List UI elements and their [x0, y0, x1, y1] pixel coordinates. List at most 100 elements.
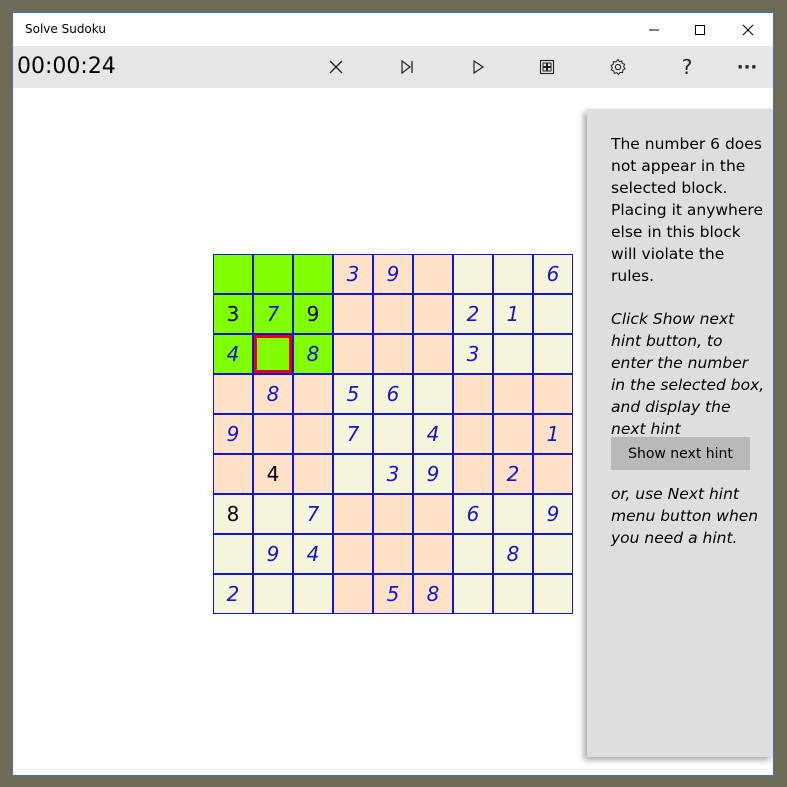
sudoku-cell-r2c2[interactable]: 7 — [254, 295, 292, 333]
sudoku-cell-r5c8[interactable] — [494, 415, 532, 453]
sudoku-cell-r5c4[interactable]: 7 — [334, 415, 372, 453]
sudoku-cell-r8c3[interactable]: 4 — [294, 535, 332, 573]
sudoku-cell-r7c4[interactable] — [334, 495, 372, 533]
next-hint-button[interactable] — [389, 51, 425, 83]
sudoku-cell-r5c7[interactable] — [454, 415, 492, 453]
sudoku-cell-r7c6[interactable] — [414, 495, 452, 533]
sudoku-cell-r1c2[interactable] — [254, 255, 292, 293]
sudoku-cell-r9c2[interactable] — [254, 575, 292, 613]
sudoku-cell-r3c8[interactable] — [494, 335, 532, 373]
sudoku-cell-r9c9[interactable] — [534, 575, 572, 613]
sudoku-cell-r6c6[interactable]: 9 — [414, 455, 452, 493]
sudoku-cell-r7c3[interactable]: 7 — [294, 495, 332, 533]
sudoku-cell-r2c6[interactable] — [414, 295, 452, 333]
sudoku-cell-r7c1[interactable]: 8 — [214, 495, 252, 533]
sudoku-cell-r4c1[interactable] — [214, 375, 252, 413]
sudoku-cell-r4c9[interactable] — [534, 375, 572, 413]
sudoku-cell-r5c3[interactable] — [294, 415, 332, 453]
sudoku-cell-r5c2[interactable] — [254, 415, 292, 453]
sudoku-cell-r9c4[interactable] — [334, 575, 372, 613]
sudoku-cell-r6c3[interactable] — [294, 455, 332, 493]
sudoku-cell-r2c9[interactable] — [534, 295, 572, 333]
grid-button[interactable] — [529, 51, 565, 83]
hint-message: The number 6 does not appear in the sele… — [611, 135, 763, 285]
sudoku-cell-r6c5[interactable]: 3 — [374, 455, 412, 493]
sudoku-cell-r5c9[interactable]: 1 — [534, 415, 572, 453]
sudoku-cell-r3c3[interactable]: 8 — [294, 335, 332, 373]
sudoku-cell-r4c6[interactable] — [414, 375, 452, 413]
help-button[interactable]: ? — [669, 51, 705, 83]
hint-footer: or, use Next hint menu button when you n… — [611, 485, 759, 547]
sudoku-cell-r4c5[interactable]: 6 — [374, 375, 412, 413]
sudoku-cell-r2c8[interactable]: 1 — [494, 295, 532, 333]
sudoku-cell-r1c1[interactable] — [214, 255, 252, 293]
sudoku-cell-r9c7[interactable] — [454, 575, 492, 613]
sudoku-cell-r3c7[interactable]: 3 — [454, 335, 492, 373]
sudoku-cell-r7c7[interactable]: 6 — [454, 495, 492, 533]
hint-instructions: Click Show next hint button, to enter th… — [611, 310, 765, 438]
sudoku-cell-r6c9[interactable] — [534, 455, 572, 493]
sudoku-cell-r3c5[interactable] — [374, 335, 412, 373]
sudoku-cell-r6c7[interactable] — [454, 455, 492, 493]
more-button[interactable]: ··· — [729, 51, 765, 83]
sudoku-cell-r4c3[interactable] — [294, 375, 332, 413]
clear-button[interactable] — [318, 51, 354, 83]
sudoku-cell-r4c8[interactable] — [494, 375, 532, 413]
title-bar[interactable]: Solve Sudoku — [13, 13, 773, 46]
sudoku-cell-r2c3[interactable]: 9 — [294, 295, 332, 333]
sudoku-cell-r5c1[interactable]: 9 — [214, 415, 252, 453]
settings-button[interactable] — [600, 51, 636, 83]
sudoku-cell-r2c4[interactable] — [334, 295, 372, 333]
sudoku-cell-r1c3[interactable] — [294, 255, 332, 293]
sudoku-cell-r4c7[interactable] — [454, 375, 492, 413]
sudoku-cell-r2c1[interactable]: 3 — [214, 295, 252, 333]
sudoku-cell-r8c5[interactable] — [374, 535, 412, 573]
sudoku-cell-r9c1[interactable]: 2 — [214, 575, 252, 613]
sudoku-cell-r1c6[interactable] — [414, 255, 452, 293]
sudoku-cell-r5c5[interactable] — [374, 415, 412, 453]
sudoku-cell-r3c9[interactable] — [534, 335, 572, 373]
sudoku-cell-r1c5[interactable]: 9 — [374, 255, 412, 293]
grid-icon — [539, 59, 555, 75]
toolbar: 00:00:24 ? ··· — [13, 46, 773, 88]
sudoku-cell-r3c2[interactable] — [254, 335, 292, 373]
sudoku-cell-r7c8[interactable] — [494, 495, 532, 533]
sudoku-cell-r9c5[interactable]: 5 — [374, 575, 412, 613]
sudoku-cell-r3c4[interactable] — [334, 335, 372, 373]
sudoku-cell-r1c4[interactable]: 3 — [334, 255, 372, 293]
sudoku-cell-r8c6[interactable] — [414, 535, 452, 573]
play-icon — [473, 59, 485, 75]
sudoku-cell-r6c8[interactable]: 2 — [494, 455, 532, 493]
sudoku-cell-r4c2[interactable]: 8 — [254, 375, 292, 413]
maximize-button[interactable] — [677, 13, 723, 46]
sudoku-cell-r4c4[interactable]: 5 — [334, 375, 372, 413]
question-icon: ? — [681, 55, 693, 79]
sudoku-cell-r1c7[interactable] — [454, 255, 492, 293]
sudoku-cell-r9c3[interactable] — [294, 575, 332, 613]
sudoku-cell-r1c8[interactable] — [494, 255, 532, 293]
show-next-hint-button[interactable]: Show next hint — [611, 437, 750, 470]
sudoku-cell-r7c9[interactable]: 9 — [534, 495, 572, 533]
sudoku-cell-r8c2[interactable]: 9 — [254, 535, 292, 573]
sudoku-cell-r7c5[interactable] — [374, 495, 412, 533]
sudoku-cell-r8c8[interactable]: 8 — [494, 535, 532, 573]
sudoku-cell-r8c9[interactable] — [534, 535, 572, 573]
sudoku-cell-r9c6[interactable]: 8 — [414, 575, 452, 613]
sudoku-cell-r6c4[interactable] — [334, 455, 372, 493]
sudoku-cell-r6c1[interactable] — [214, 455, 252, 493]
sudoku-cell-r6c2[interactable]: 4 — [254, 455, 292, 493]
sudoku-cell-r8c4[interactable] — [334, 535, 372, 573]
sudoku-cell-r8c1[interactable] — [214, 535, 252, 573]
sudoku-cell-r3c1[interactable]: 4 — [214, 335, 252, 373]
sudoku-cell-r8c7[interactable] — [454, 535, 492, 573]
sudoku-cell-r1c9[interactable]: 6 — [534, 255, 572, 293]
sudoku-cell-r2c5[interactable] — [374, 295, 412, 333]
sudoku-cell-r9c8[interactable] — [494, 575, 532, 613]
sudoku-cell-r7c2[interactable] — [254, 495, 292, 533]
minimize-button[interactable] — [631, 13, 677, 46]
sudoku-cell-r2c7[interactable]: 2 — [454, 295, 492, 333]
close-window-button[interactable] — [725, 13, 771, 46]
sudoku-cell-r3c6[interactable] — [414, 335, 452, 373]
play-button[interactable] — [460, 51, 496, 83]
sudoku-cell-r5c6[interactable]: 4 — [414, 415, 452, 453]
